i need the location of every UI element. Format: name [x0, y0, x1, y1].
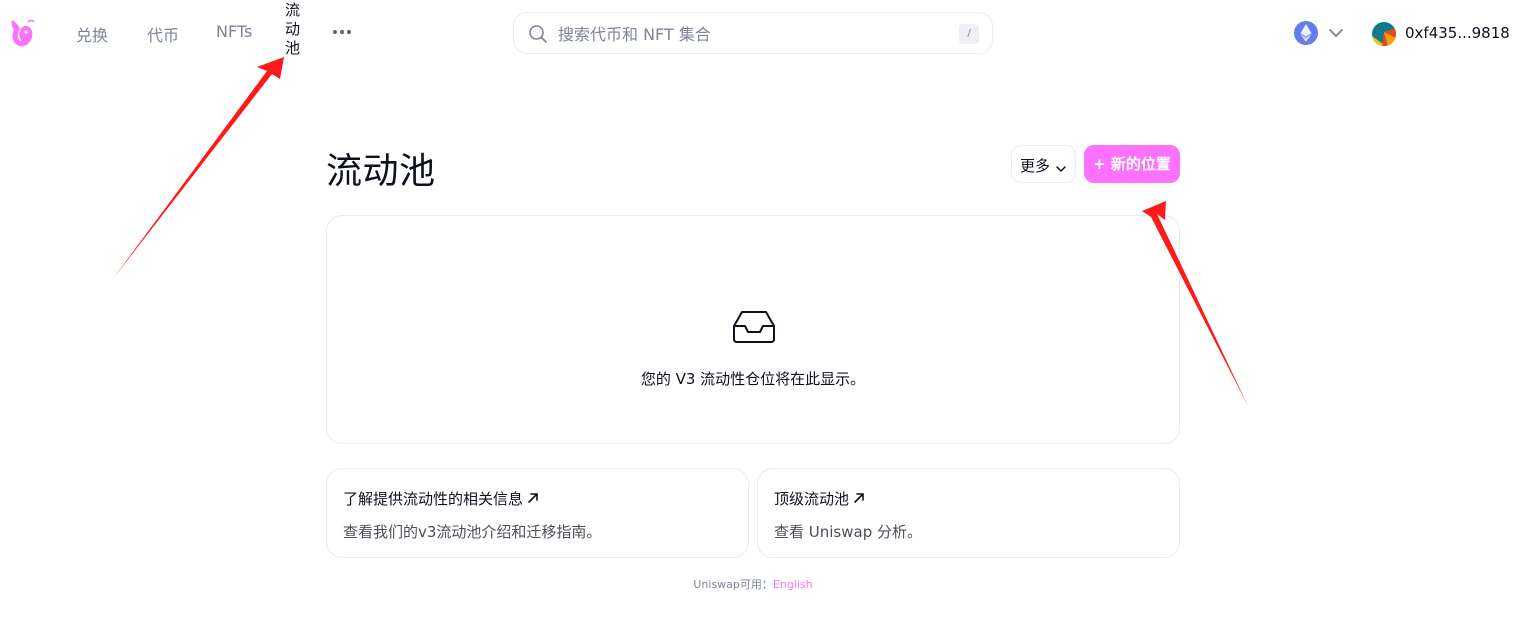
more-button[interactable]: 更多 [1011, 145, 1076, 183]
nav-nfts[interactable]: NFTs [216, 22, 252, 41]
card-title: 顶级流动池 [774, 490, 850, 508]
nav-swap[interactable]: 兑换 [76, 22, 108, 46]
page-title: 流动池 [326, 151, 436, 192]
top-pools-card[interactable]: 顶级流动池 查看 Uniswap 分析。 [757, 468, 1180, 558]
nav-tokens[interactable]: 代币 [147, 22, 179, 46]
search-bar[interactable]: / [513, 12, 993, 54]
wallet-address: 0xf435...9818 [1405, 24, 1510, 42]
positions-empty-state: 您的 V3 流动性仓位将在此显示。 [326, 215, 1180, 444]
card-description: 查看 Uniswap 分析。 [774, 523, 922, 541]
search-icon [528, 24, 548, 44]
search-shortcut-key: / [959, 24, 979, 44]
card-title-row: 了解提供流动性的相关信息 [343, 488, 539, 509]
nav-pool[interactable]: 流动池 [285, 1, 301, 58]
card-description: 查看我们的v3流动池介绍和迁移指南。 [343, 523, 602, 541]
learn-liquidity-card[interactable]: 了解提供流动性的相关信息 查看我们的v3流动池介绍和迁移指南。 [326, 468, 749, 558]
ellipsis-icon[interactable] [332, 24, 352, 40]
chevron-down-icon [1055, 160, 1067, 172]
search-input[interactable] [558, 21, 948, 47]
avatar [1372, 22, 1396, 46]
inbox-icon [732, 309, 776, 345]
card-title-row: 顶级流动池 [774, 488, 865, 509]
card-title: 了解提供流动性的相关信息 [343, 490, 524, 508]
empty-state-text: 您的 V3 流动性仓位将在此显示。 [640, 370, 866, 388]
chain-selector[interactable] [1288, 16, 1348, 50]
wallet-button[interactable]: 0xf435...9818 [1361, 14, 1510, 52]
new-position-button[interactable]: + 新的位置 [1084, 145, 1180, 183]
arrow-up-right-icon [527, 490, 539, 503]
more-button-label: 更多 [1020, 157, 1051, 175]
language-link-english[interactable]: English [773, 578, 813, 591]
language-footer: Uniswap可用：English [0, 576, 1506, 592]
uniswap-logo[interactable] [6, 16, 38, 50]
arrow-up-right-icon [853, 490, 865, 503]
footer-prefix: Uniswap可用： [693, 578, 773, 591]
annotation-arrow-pool-tab [112, 57, 284, 280]
